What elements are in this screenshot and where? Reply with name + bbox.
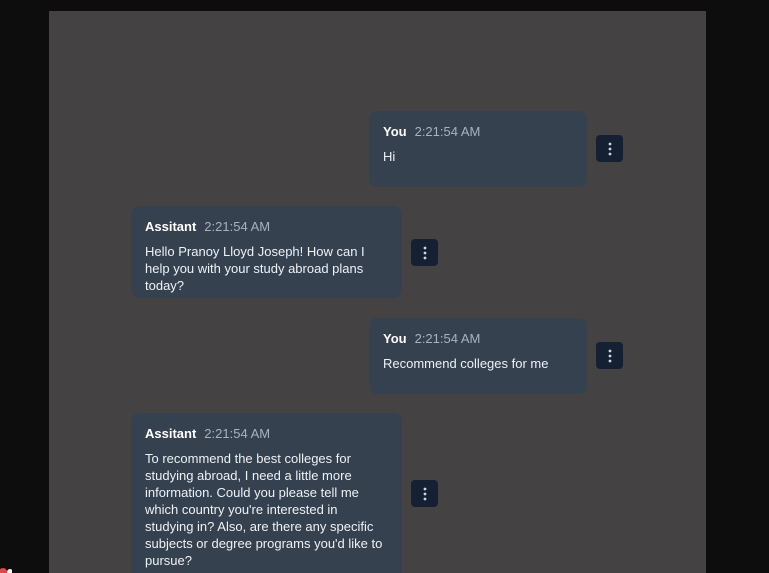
more-vertical-icon bbox=[423, 246, 426, 259]
message-menu-button[interactable] bbox=[596, 342, 623, 369]
user-message: You 2:21:54 AM Recommend colleges for me bbox=[369, 318, 587, 394]
message-author: Assitant bbox=[145, 426, 197, 441]
message-text: To recommend the best colleges for study… bbox=[145, 451, 383, 568]
user-message: You 2:21:54 AM Hi bbox=[369, 111, 587, 187]
message-timestamp: 2:21:54 AM bbox=[204, 219, 271, 234]
message-author: You bbox=[383, 331, 407, 346]
message-text: Hi bbox=[383, 149, 396, 164]
message-text: Hello Pranoy Lloyd Joseph! How can I hel… bbox=[145, 244, 365, 293]
message-header: You 2:21:54 AM bbox=[383, 124, 573, 139]
message-menu-button[interactable] bbox=[411, 239, 438, 266]
message-header: Assitant 2:21:54 AM bbox=[145, 426, 388, 441]
more-vertical-icon bbox=[423, 487, 426, 500]
message-menu-button[interactable] bbox=[411, 480, 438, 507]
message-author: Assitant bbox=[145, 219, 197, 234]
assistant-message: Assitant 2:21:54 AM Hello Pranoy Lloyd J… bbox=[131, 206, 402, 298]
message-timestamp: 2:21:54 AM bbox=[414, 331, 481, 346]
message-header: Assitant 2:21:54 AM bbox=[145, 219, 388, 234]
message-text: Recommend colleges for me bbox=[383, 356, 549, 371]
more-vertical-icon bbox=[608, 142, 611, 155]
chat-panel: You 2:21:54 AM Hi Assitant 2:21:54 AM He… bbox=[49, 11, 706, 573]
message-menu-button[interactable] bbox=[596, 135, 623, 162]
more-vertical-icon bbox=[608, 349, 611, 362]
message-author: You bbox=[383, 124, 407, 139]
message-header: You 2:21:54 AM bbox=[383, 331, 573, 346]
assistant-message: Assitant 2:21:54 AM To recommend the bes… bbox=[131, 413, 402, 573]
message-timestamp: 2:21:54 AM bbox=[204, 426, 271, 441]
corner-badge-icon bbox=[0, 568, 12, 573]
message-timestamp: 2:21:54 AM bbox=[414, 124, 481, 139]
